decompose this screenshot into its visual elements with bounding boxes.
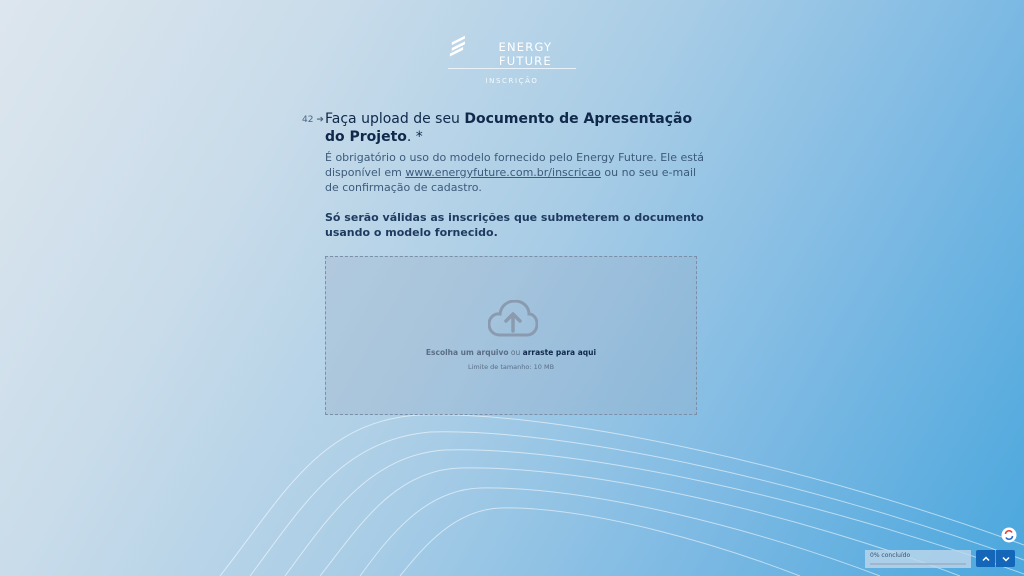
brand-header: ENERGY FUTURE INSCRIÇÃO xyxy=(448,28,578,85)
dropzone-or: ou xyxy=(508,348,523,357)
question-description: É obrigatório o uso do modelo fornecido … xyxy=(325,150,705,195)
chevron-down-icon xyxy=(1001,556,1010,562)
next-question-button[interactable] xyxy=(996,550,1015,567)
question-title-prefix: Faça upload de seu xyxy=(325,111,465,127)
cloud-upload-icon xyxy=(488,300,538,337)
choose-file-link[interactable]: Escolha um arquivo xyxy=(426,348,509,357)
question-title-suffix: . * xyxy=(406,129,423,145)
file-upload-dropzone[interactable]: Escolha um arquivo ou arraste para aqui … xyxy=(325,256,697,415)
question-number: 42 ➜ xyxy=(302,115,324,125)
progress-track xyxy=(870,563,966,565)
description-link[interactable]: www.energyfuture.com.br/inscricao xyxy=(405,166,601,179)
file-size-limit: Limite de tamanho: 10 MB xyxy=(467,363,555,371)
question-title: Faça upload de seu Documento de Apresent… xyxy=(325,110,705,146)
chevron-up-icon xyxy=(981,555,990,561)
brand-subtitle: INSCRIÇÃO xyxy=(485,77,539,85)
progress-label: 0% concluído xyxy=(870,552,911,559)
help-icon[interactable] xyxy=(1001,527,1017,543)
question-number-value: 42 xyxy=(302,115,314,125)
arrow-right-icon: ➜ xyxy=(316,115,324,125)
previous-question-button[interactable] xyxy=(976,550,995,567)
brand-divider xyxy=(448,68,576,69)
question-note: Só serão válidas as inscrições que subme… xyxy=(325,211,704,239)
energy-future-logo-icon xyxy=(449,35,465,57)
progress-indicator: 0% concluído xyxy=(865,550,971,568)
dropzone-instructions: Escolha um arquivo ou arraste para aqui xyxy=(326,348,696,357)
drag-here-label: arraste para aqui xyxy=(522,348,597,357)
brand-name: ENERGY FUTURE xyxy=(498,40,553,68)
